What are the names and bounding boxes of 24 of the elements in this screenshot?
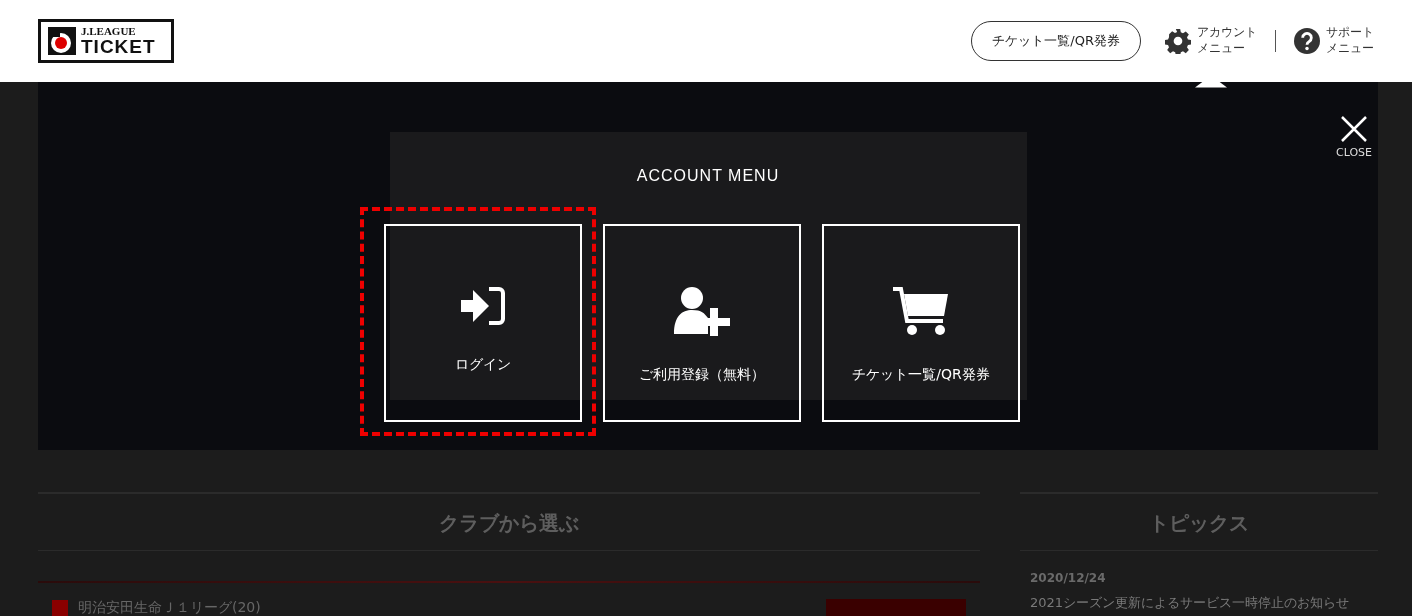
logo-line: J.LEAGUE (81, 26, 137, 37)
menu-button[interactable]: サポート メニュー (1294, 25, 1374, 57)
cart-icon (892, 286, 950, 336)
menu-title: ACCOUNT MENU (636, 166, 780, 186)
close-button[interactable]: CLOSE (1330, 114, 1378, 163)
ball-mark-icon (47, 26, 77, 56)
sign-in-icon (461, 286, 505, 326)
topic-date: 2020/12/24 (1029, 570, 1107, 587)
menu-tile[interactable]: ログイン (384, 224, 582, 422)
menu-tile[interactable]: チケット一覧/QR発券 (822, 224, 1020, 422)
tile-label: ご利用登録（無料） (639, 365, 765, 384)
logo[interactable]: J.LEAGUE TICKET (38, 19, 174, 63)
section-title: トピックス (1020, 492, 1378, 551)
menu-button[interactable]: アカウント メニュー (1165, 25, 1257, 57)
tile-label: ログイン (455, 355, 511, 374)
ticket-list-button[interactable]: チケット一覧/QR発券 (971, 21, 1141, 61)
gear-icon (1165, 28, 1191, 54)
tile-label: チケット一覧/QR発券 (852, 365, 990, 384)
close-icon (1340, 115, 1368, 143)
logo-line: TICKET (81, 37, 156, 56)
user-plus-icon (672, 286, 732, 336)
help-icon (1294, 28, 1320, 54)
section-title: クラブから選ぶ (38, 492, 980, 551)
menu-tile[interactable]: ご利用登録（無料） (603, 224, 801, 422)
